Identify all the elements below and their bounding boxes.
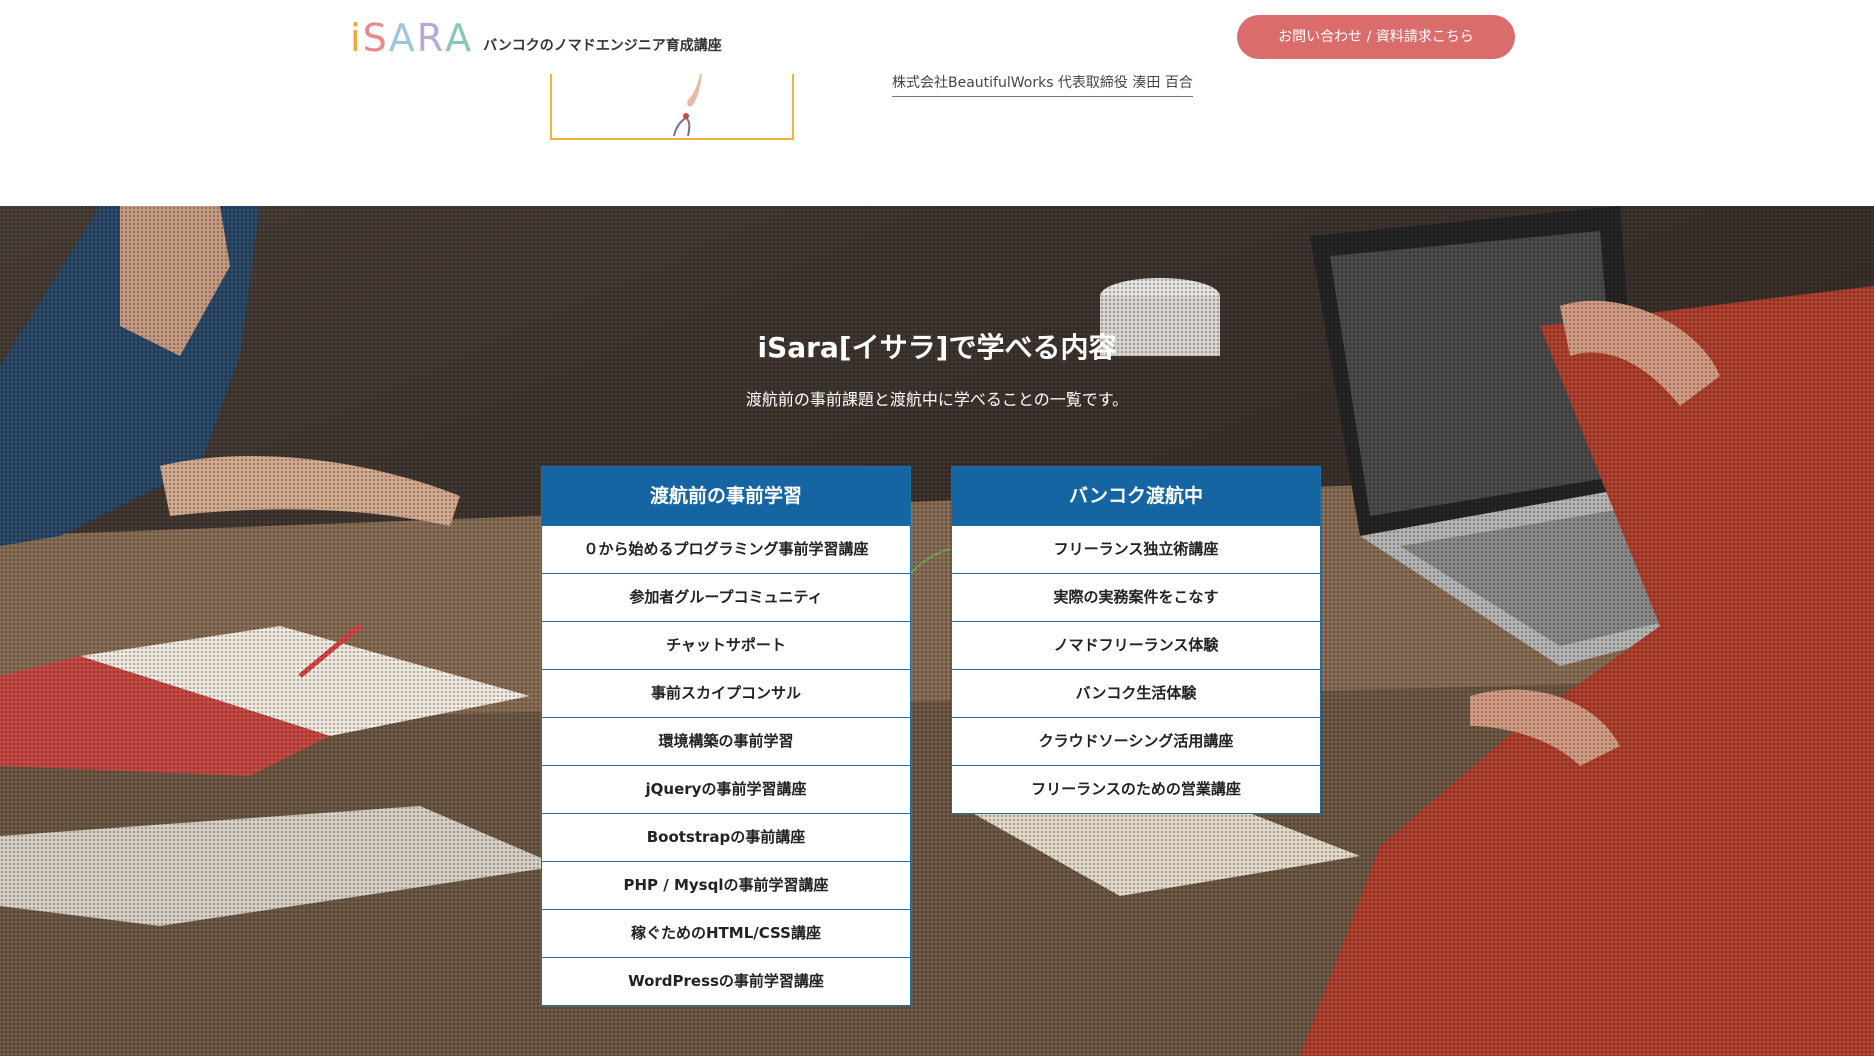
list-item: ０から始めるプログラミング事前学習講座: [542, 525, 910, 573]
list-item: 稼ぐためのHTML/CSS講座: [542, 909, 910, 957]
list-item: WordPressの事前学習講座: [542, 957, 910, 1005]
in-bangkok-column: バンコク渡航中 フリーランス独立術講座 実際の実務案件をこなす ノマドフリーラン…: [951, 466, 1321, 814]
list-item: PHP / Mysqlの事前学習講座: [542, 861, 910, 909]
section-title: iSara[イサラ]で学べる内容: [757, 331, 1117, 364]
list-item: 実際の実務案件をこなす: [952, 573, 1320, 621]
logo-wordmark: iSARA: [350, 16, 474, 60]
list-item: フリーランス独立術講座: [952, 525, 1320, 573]
column-heading: バンコク渡航中: [952, 467, 1320, 525]
list-item: 環境構築の事前学習: [542, 717, 910, 765]
list-item: 事前スカイプコンサル: [542, 669, 910, 717]
column-heading: 渡航前の事前学習: [542, 467, 910, 525]
list-item: ノマドフリーランス体験: [952, 621, 1320, 669]
list-item: Bootstrapの事前講座: [542, 813, 910, 861]
testimonial-photo-frame: [550, 74, 794, 140]
testimonial-author: 株式会社BeautifulWorks 代表取締役 湊田 百合: [892, 72, 1193, 97]
course-contents-section: iSara[イサラ]で学べる内容 渡航前の事前課題と渡航中に学べることの一覧です…: [0, 206, 1874, 1056]
logo-tagline: バンコクのノマドエンジニア育成講座: [483, 38, 722, 54]
section-subtitle: 渡航前の事前課題と渡航中に学べることの一覧です。: [745, 390, 1129, 409]
illustration-image: [673, 74, 702, 137]
list-item: jQueryの事前学習講座: [542, 765, 910, 813]
list-item: バンコク生活体験: [952, 669, 1320, 717]
site-header: iSARA バンコクのノマドエンジニア育成講座 お問い合わせ / 資料請求こちら: [0, 0, 1874, 74]
list-item: フリーランスのための営業講座: [952, 765, 1320, 813]
pre-departure-column: 渡航前の事前学習 ０から始めるプログラミング事前学習講座 参加者グループコミュニ…: [541, 466, 911, 1006]
logo[interactable]: iSARA バンコクのノマドエンジニア育成講座: [350, 18, 722, 58]
contact-request-button[interactable]: お問い合わせ / 資料請求こちら: [1237, 15, 1515, 59]
list-item: クラウドソーシング活用講座: [952, 717, 1320, 765]
list-item: チャットサポート: [542, 621, 910, 669]
list-item: 参加者グループコミュニティ: [542, 573, 910, 621]
